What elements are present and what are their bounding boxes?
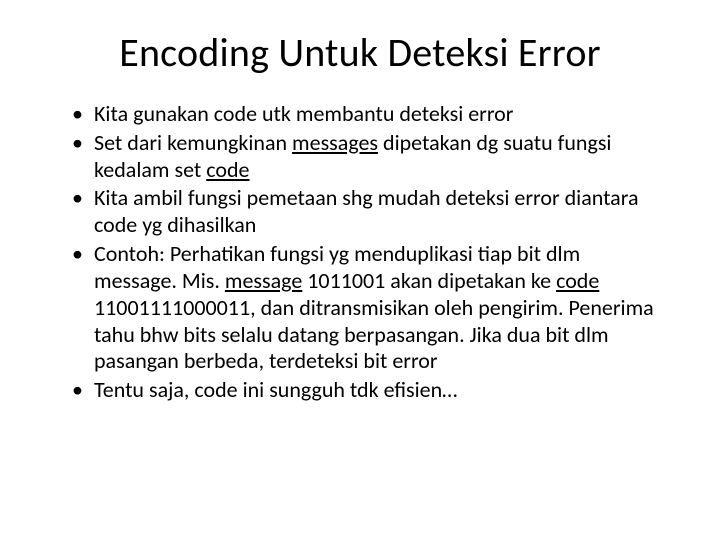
list-item: Kita gunakan code utk membantu deteksi e…	[72, 101, 666, 128]
bullet-list: Kita gunakan code utk membantu deteksi e…	[54, 101, 666, 404]
underlined-text: messages	[292, 129, 378, 156]
underlined-text: code	[556, 267, 599, 294]
list-item: Kita ambil fungsi pemetaan shg mudah det…	[72, 185, 666, 239]
list-item: Set dari kemungkinan messages dipetakan …	[72, 130, 666, 184]
text-segment: Kita ambil fungsi pemetaan shg mudah det…	[94, 184, 638, 238]
underlined-text: code	[206, 156, 249, 183]
text-segment: Tentu saja, code ini sungguh tdk efisien…	[94, 376, 457, 403]
underlined-text: message	[225, 267, 302, 294]
text-segment: Kita gunakan code utk membantu deteksi e…	[94, 100, 513, 127]
list-item: Contoh: Perhatikan fungsi yg menduplikas…	[72, 241, 666, 375]
text-segment: 1011001 akan dipetakan ke	[302, 267, 556, 294]
text-segment: 11001111000011, dan ditransmisikan oleh …	[94, 294, 654, 375]
list-item: Tentu saja, code ini sungguh tdk efisien…	[72, 377, 666, 404]
text-segment: Set dari kemungkinan	[94, 129, 292, 156]
slide: Encoding Untuk Deteksi Error Kita gunaka…	[0, 0, 720, 540]
slide-title: Encoding Untuk Deteksi Error	[54, 28, 666, 77]
